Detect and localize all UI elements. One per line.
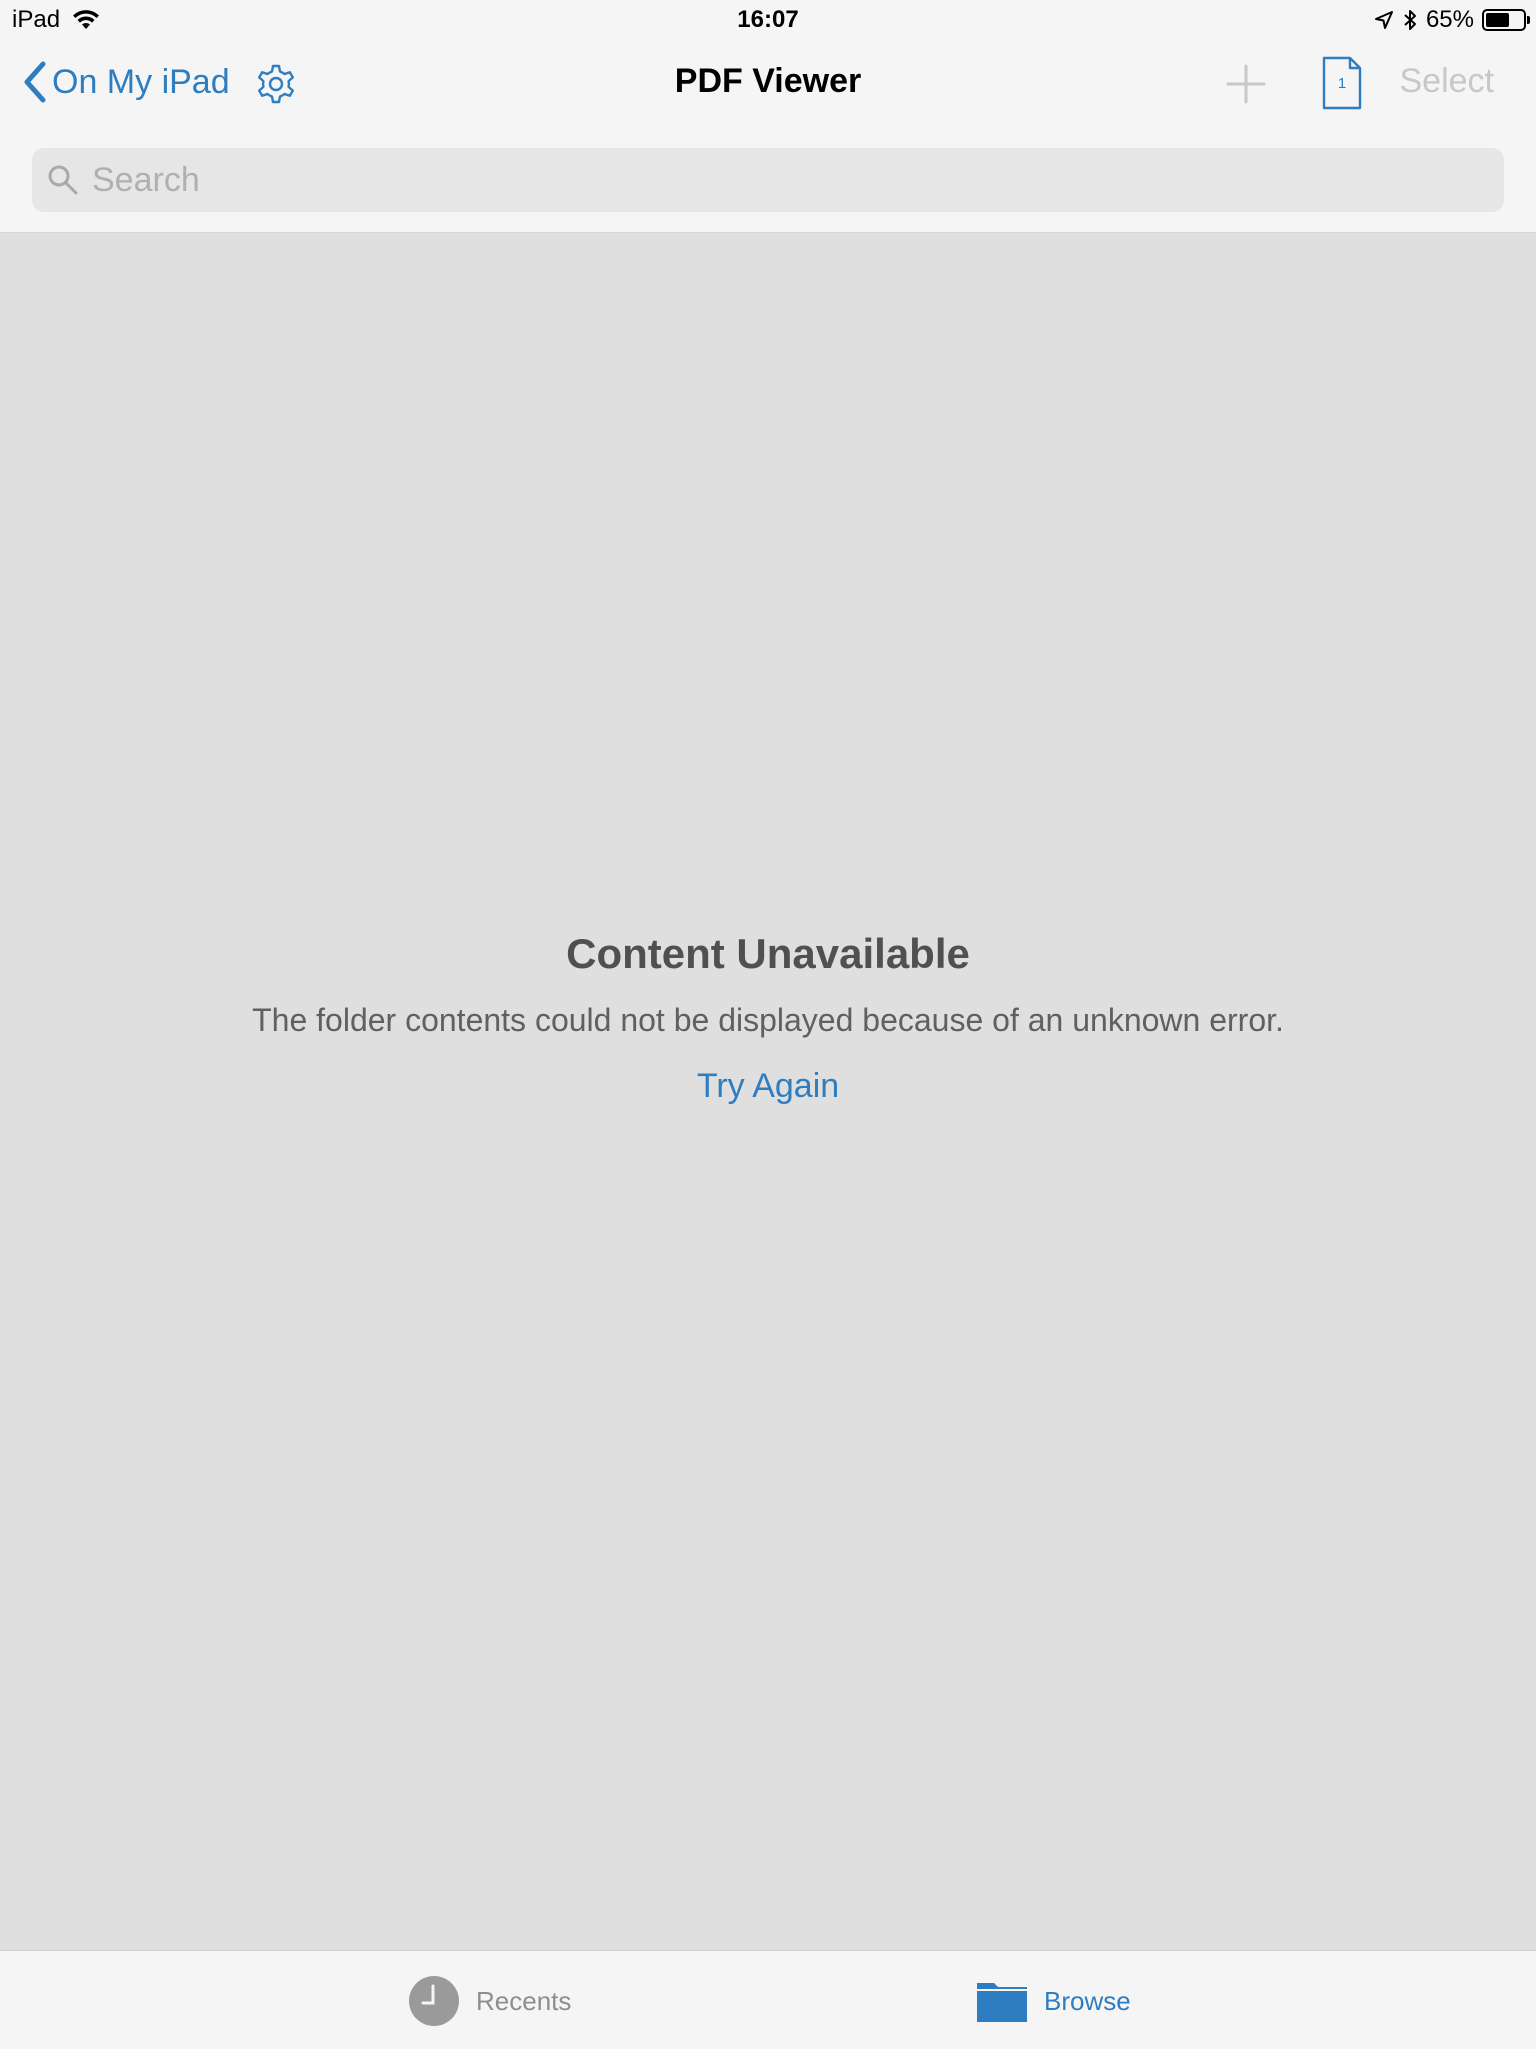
page-title: PDF Viewer (674, 62, 862, 100)
page-badge-number: 1 (1338, 75, 1346, 92)
search-input[interactable] (90, 154, 1474, 206)
battery-percent: 65% (1425, 6, 1474, 33)
bluetooth-icon (1404, 10, 1416, 30)
tab-recents[interactable]: Recents (408, 1975, 571, 2027)
battery-nub (1527, 16, 1530, 24)
gear-icon (258, 64, 294, 104)
clock-icon (409, 1976, 459, 2026)
navigation-bar: On My iPad PDF Viewer 1 Select (0, 40, 1536, 128)
battery-icon (1482, 9, 1530, 31)
tab-bar: Recents Browse (0, 1950, 1536, 2049)
try-again-button[interactable]: Try Again (697, 1064, 839, 1108)
search-bar[interactable] (32, 148, 1504, 212)
settings-button[interactable] (254, 62, 298, 106)
chevron-left-icon (24, 61, 46, 103)
tab-browse-label: Browse (1044, 1985, 1131, 2016)
folder-icon (977, 1983, 1027, 2022)
tab-browse[interactable]: Browse (976, 1975, 1131, 2027)
status-right: 65% (1374, 6, 1530, 34)
top-chrome: iPad 16:07 65% On My iPad PDF Viewer 1 S… (0, 0, 1536, 233)
empty-state-message: The folder contents could not be display… (252, 1002, 1284, 1038)
add-button[interactable] (1224, 62, 1268, 106)
page-view-button[interactable]: 1 (1320, 56, 1364, 110)
empty-state-title: Content Unavailable (566, 930, 970, 977)
back-button[interactable]: On My iPad (22, 60, 230, 104)
status-time: 16:07 (737, 6, 799, 33)
plus-icon (1226, 64, 1266, 104)
back-button-label: On My iPad (52, 62, 230, 101)
empty-state: Content Unavailable The folder contents … (0, 928, 1536, 1108)
tab-recents-label: Recents (476, 1985, 572, 2016)
status-bar: iPad 16:07 65% (0, 0, 1536, 40)
battery-fill (1486, 13, 1510, 27)
document-page-icon: 1 (1322, 56, 1362, 110)
search-icon (48, 165, 78, 195)
select-button[interactable]: Select (1400, 62, 1495, 101)
location-arrow-icon (1374, 11, 1393, 29)
